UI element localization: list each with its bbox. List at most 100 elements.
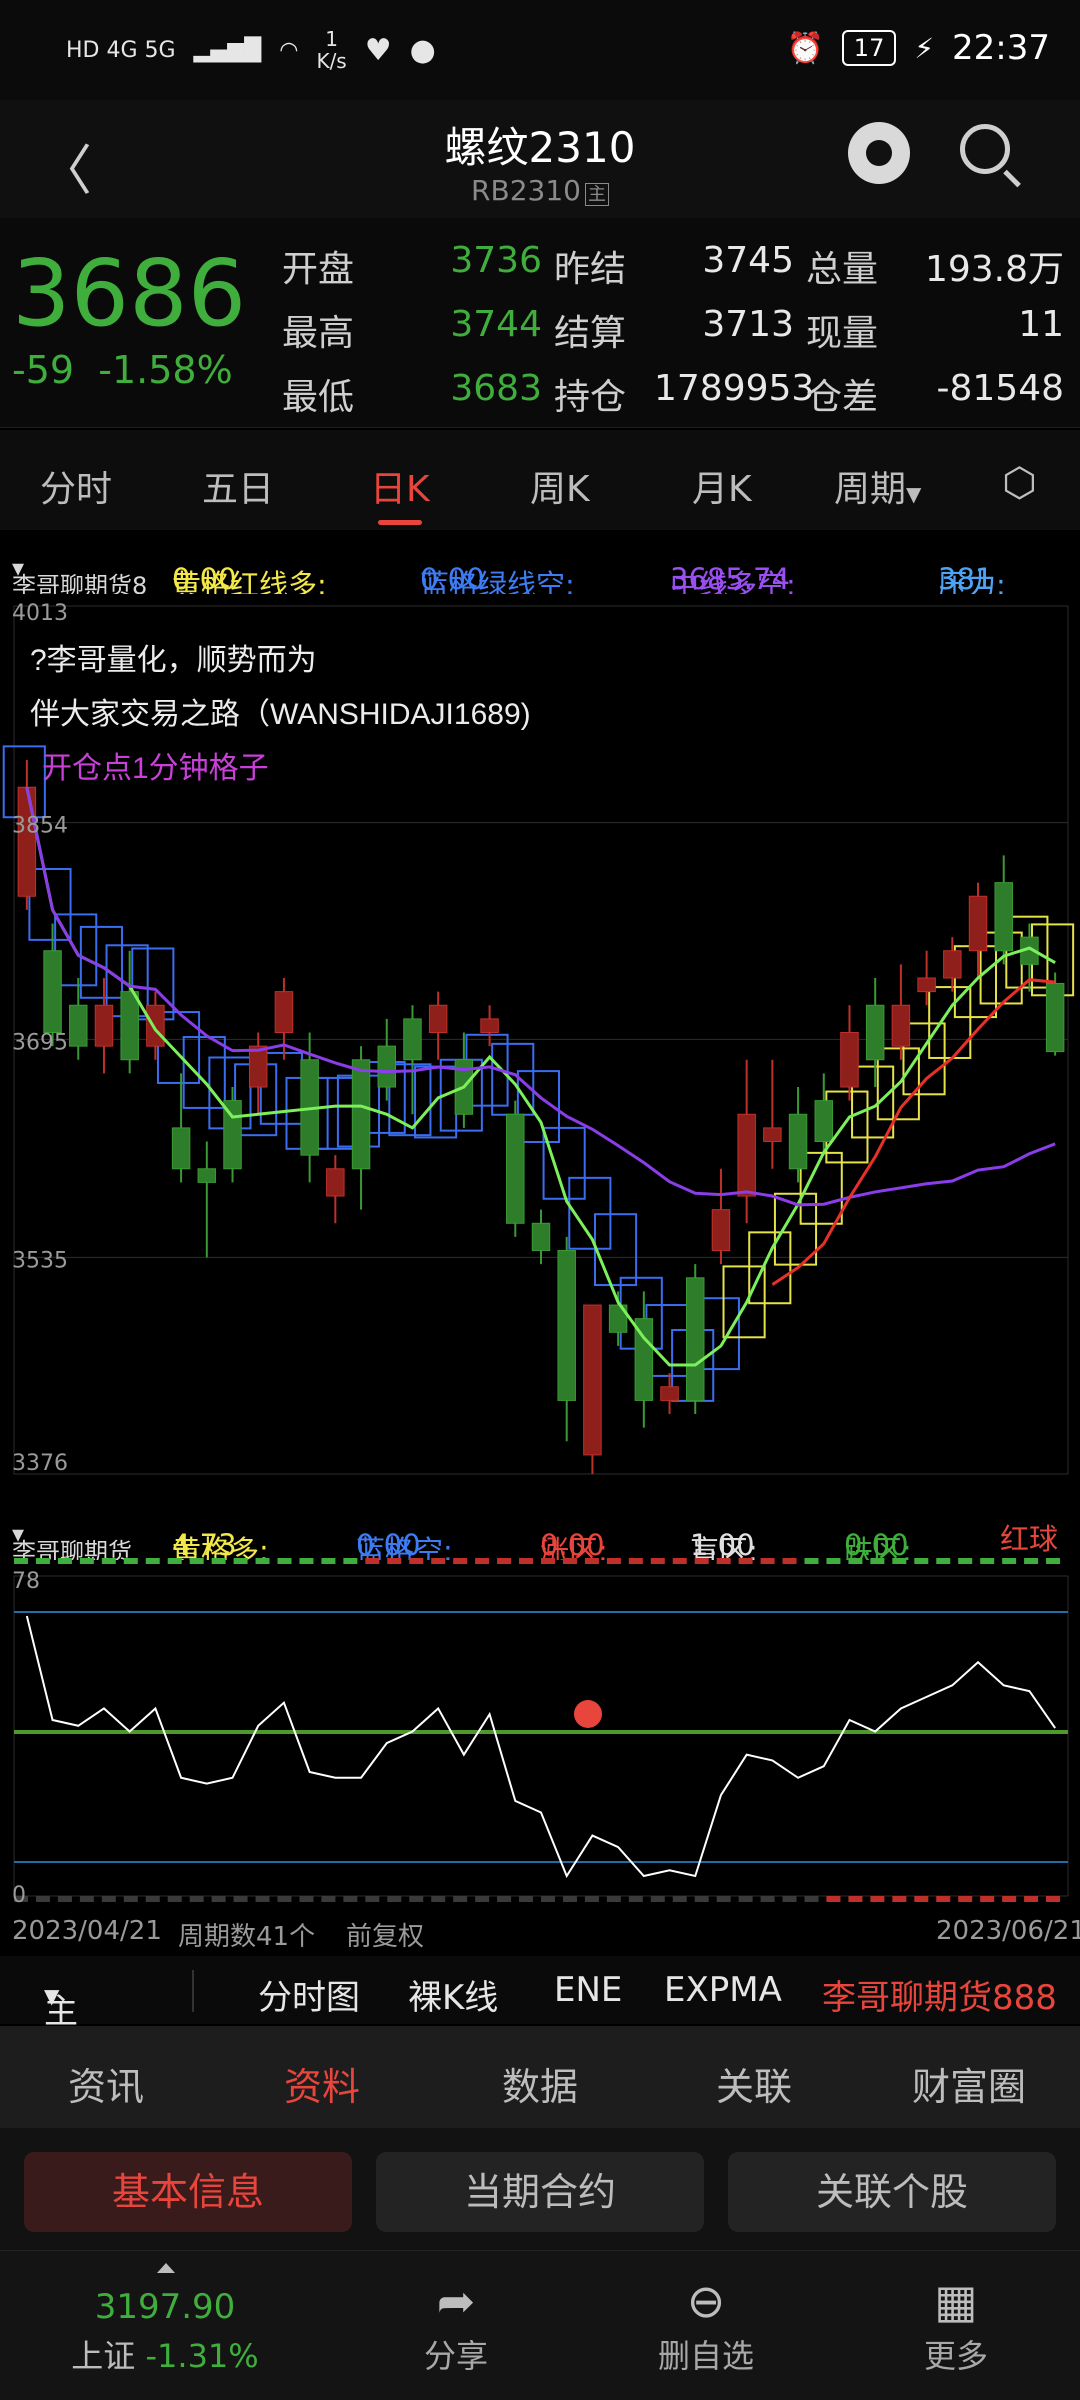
toolbar-expma[interactable]: EXPMA [664, 1970, 782, 2010]
signal-dot [321, 1896, 336, 1902]
signal-dot [804, 1558, 819, 1564]
share-icon: ➦ [436, 2274, 476, 2328]
tab-profile[interactable]: 资料 [284, 2056, 360, 2111]
signal-dot [716, 1896, 731, 1902]
toolbar-naked-k[interactable]: 裸K线 [408, 1970, 498, 2019]
start-date: 2023/04/21 [12, 1916, 162, 1946]
signal-dot [1024, 1896, 1039, 1902]
network-indicator: HD 4G 5G [66, 37, 176, 63]
y-tick-label: 3535 [12, 1248, 68, 1273]
chart-annotation: 开仓点1分钟格子 [42, 752, 269, 785]
signal-dot [79, 1896, 94, 1902]
signal-dot [519, 1896, 534, 1902]
chart-annotation: ?李哥量化，顺势而为 [30, 644, 317, 677]
tab-wealth-circle[interactable]: 财富圈 [912, 2056, 1026, 2111]
clock: 22:37 [952, 28, 1050, 68]
last-price: 3686 [12, 240, 247, 347]
signal-dot [738, 1896, 753, 1902]
tab-weekly-k[interactable]: 周K [530, 460, 590, 512]
signal-dot [35, 1558, 50, 1564]
step-box [748, 1231, 792, 1305]
main-contract-badge: 主 [584, 183, 609, 206]
y-axis-ticks: 4013 3854 3695 3535 3376 [12, 601, 68, 1476]
signal-dot [365, 1896, 380, 1902]
signal-dot [782, 1558, 797, 1564]
signal-dot [760, 1558, 775, 1564]
toolbar-intraday-chart[interactable]: 分时图 [258, 1970, 360, 2019]
sub-indicator-selector[interactable]: 李哥聊期货 ▾ [12, 1520, 132, 1560]
robot-icon[interactable] [848, 122, 910, 184]
signal-dot [409, 1896, 424, 1902]
signal-dot [892, 1896, 907, 1902]
signal-dot [541, 1896, 555, 1902]
signal-dot [936, 1896, 951, 1902]
period-count: 周期数41个 [178, 1922, 316, 1952]
signal-dot [167, 1896, 182, 1902]
search-icon[interactable] [960, 124, 1010, 174]
basic-info-button[interactable]: 基本信息 [24, 2152, 352, 2232]
candle [917, 977, 936, 993]
toolbar-custom-indicator[interactable]: 李哥聊期货888 [822, 1970, 1057, 2019]
signal-dot [299, 1558, 314, 1564]
signal-dot [826, 1896, 841, 1902]
signal-dot [211, 1896, 226, 1902]
tab-daily-k[interactable]: 日K [370, 460, 430, 525]
tab-related[interactable]: 关联 [716, 2056, 792, 2111]
signal-dot [189, 1558, 204, 1564]
remove-watchlist-button[interactable]: ⊖ 删自选 [606, 2271, 806, 2377]
caret-up-icon [157, 2263, 175, 2273]
signal-dot [299, 1896, 314, 1902]
quote-row: 最高 3744 结算 3713 现量 11 [282, 304, 1064, 354]
bottom-nav: 3197.90 上证 -1.31% ➦ 分享 ⊖ 删自选 ▦ 更多 [0, 2250, 1080, 2400]
signal-dot [584, 1896, 599, 1902]
sub-indicator-chart[interactable]: 78 0 [0, 1556, 1080, 1908]
tab-intraday[interactable]: 分时 [40, 460, 112, 512]
red-ball-icon [574, 1700, 602, 1728]
settings-hexagon-icon[interactable]: ⬡ [1002, 460, 1037, 506]
signal-dot [848, 1558, 863, 1564]
profile-subtabs: 基本信息 当期合约 关联个股 [0, 2128, 1080, 2250]
share-button[interactable]: ➦ 分享 [356, 2271, 556, 2377]
index-ticker[interactable]: 3197.90 上证 -1.31% [60, 2287, 270, 2377]
adjust-mode: 前复权 [346, 1922, 425, 1952]
signal-dot [123, 1896, 138, 1902]
more-button[interactable]: ▦ 更多 [856, 2271, 1056, 2377]
oscillator-line [25, 1615, 1056, 1879]
charging-icon: ⚡ [914, 31, 935, 65]
signal-dot [431, 1558, 446, 1564]
candle [120, 991, 139, 1061]
toolbar-ene[interactable]: ENE [554, 1970, 622, 2010]
tab-period[interactable]: 周期▼ [834, 460, 921, 512]
signal-dot [14, 1558, 28, 1564]
y-tick-label: 4013 [12, 601, 68, 626]
signal-dot [57, 1896, 72, 1902]
signal-dot [650, 1896, 665, 1902]
signal-dot [167, 1558, 182, 1564]
chevron-down-icon: ▼ [44, 1984, 60, 2008]
candle [17, 786, 37, 897]
indicator-selector[interactable]: 李哥聊期货8 ▾ [12, 554, 147, 594]
signal-dot [1046, 1896, 1061, 1902]
tab-data[interactable]: 数据 [502, 2056, 578, 2111]
sub-indicator-legend: 李哥聊期货 ▾ 黄格多: 4.73 蓝格空: 0.00 涨区: 0.00 盲区: 1.00… [0, 1504, 1080, 1560]
alarm-icon: ⏰ [786, 30, 824, 66]
related-stocks-button[interactable]: 关联个股 [728, 2152, 1056, 2232]
candlestick-chart[interactable]: 4013 3854 3695 3535 3376 ?李哥量化，顺势而为 伴大家交易之路（… [0, 594, 1080, 1504]
page-title: 螺纹2310 [444, 123, 636, 172]
signal-dot [541, 1558, 555, 1564]
candle [711, 1209, 731, 1252]
candle [248, 1045, 268, 1088]
chart-axis-row: 2023/04/21 周期数41个 前复权 2023/06/21 [0, 1910, 1080, 1952]
current-contract-button[interactable]: 当期合约 [376, 2152, 704, 2232]
signal-dot [123, 1558, 138, 1564]
sub-chart-body [13, 1558, 1069, 1902]
signal-dot [870, 1558, 885, 1564]
tab-news[interactable]: 资讯 [68, 2056, 144, 2111]
tab-monthly-k[interactable]: 月K [692, 460, 752, 512]
chart-toolbar: 主图 ▼ 分时图 裸K线 ENE EXPMA 李哥聊期货888 [0, 1956, 1080, 2081]
signal-dot [672, 1896, 687, 1902]
tab-five-day[interactable]: 五日 [202, 460, 274, 512]
signal-dot [343, 1558, 358, 1564]
signal-dot [475, 1896, 490, 1902]
scale-bottom: 0 [12, 1883, 26, 1908]
